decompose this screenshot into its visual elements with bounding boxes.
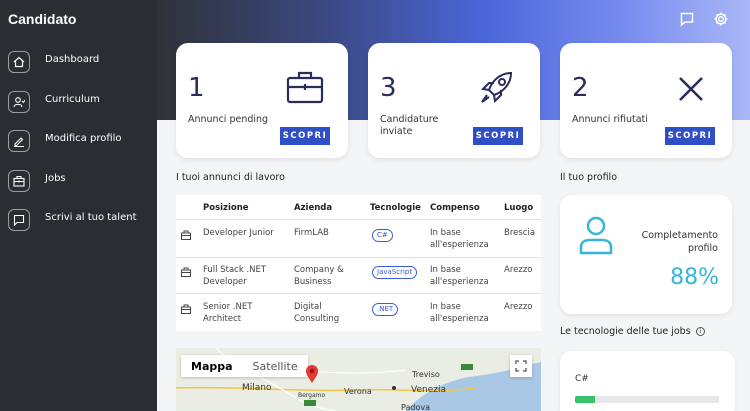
close-icon [672,70,710,108]
column-header: Luogo [504,203,534,213]
profile-card: Completamento profilo 88% [560,195,732,314]
cell-compenso: In base all'esperienza [430,265,489,287]
stat-label: Annunci rifiutati [572,114,648,125]
sidebar-item-label: Dashboard [45,54,100,65]
tech-badge: C# [372,229,393,242]
map[interactable]: Mappa Satellite Bergamo Milano Verona Ve… [176,348,541,411]
sidebar-item-scrivi-talent[interactable]: Scrivi al tuo talent [0,200,157,234]
briefcase-icon [8,170,30,192]
stat-card-candidature: 3 Candidature inviate SCOPRI [368,43,540,158]
map-place-label: Verona [344,387,372,396]
sidebar-item-modifica-profilo[interactable]: Modifica profilo [0,121,157,155]
edit-icon [8,130,30,152]
divider [176,293,541,294]
cell-luogo: Arezzo [504,265,533,275]
sidebar-item-label: Scrivi al tuo talent [45,212,137,223]
briefcase-icon [181,301,191,314]
scopri-button[interactable]: SCOPRI [280,127,330,145]
profile-section-title: Il tuo profilo [560,172,618,183]
cell-luogo: Brescia [504,228,536,238]
briefcase-icon [286,68,324,106]
map-pin-icon[interactable] [305,364,319,384]
cell-posizione: Senior .NET Architect [203,302,253,324]
cell-azienda: Digital Consulting [294,302,340,324]
map-place-label: Treviso [412,370,440,379]
tech-progress-fill [575,396,596,403]
cell-azienda: Company & Business [294,265,344,287]
user-icon [578,215,614,255]
tech-name: C# [575,374,589,384]
scopri-button[interactable]: SCOPRI [473,127,523,145]
cell-compenso: In base all'esperienza [430,228,489,250]
cell-luogo: Arezzo [504,302,533,312]
tech-section-title: Le tecnologie delle tue jobs i [560,326,705,337]
cell-azienda: FirmLAB [294,228,329,238]
tech-badge: .NET [372,303,399,316]
map-place-label: Milano [242,383,272,393]
sidebar-item-dashboard[interactable]: Dashboard [0,42,157,76]
tech-badge: JavaScript [372,266,418,279]
cell-posizione: Full Stack .NET Developer [203,265,267,287]
map-place-label: Padova [401,403,430,411]
stat-label: Candidature inviate [380,114,439,137]
tech-card: C# [560,351,735,411]
tech-section-label: Le tecnologie delle tue jobs [560,326,691,337]
completion-label: Completamento profilo [641,230,718,254]
sidebar-item-jobs[interactable]: Jobs [0,161,157,195]
chat-icon [8,209,30,231]
map-place-label: Bergamo [298,392,326,399]
sidebar-item-label: Jobs [45,173,66,184]
tech-progress-track [575,396,719,403]
stat-card-rifiutati: 2 Annunci rifiutati SCOPRI [560,43,732,158]
stat-number: 2 [572,73,589,103]
sidebar-item-curriculum[interactable]: Curriculum [0,82,157,116]
divider [176,219,541,220]
map-type-control: Mappa Satellite [181,355,308,377]
stat-label: Annunci pending [188,114,269,125]
column-header: Posizione [203,203,249,213]
jobs-table: Posizione Azienda Tecnologie Compenso Lu… [176,195,541,331]
jobs-section-title: I tuoi annunci di lavoro [176,172,285,183]
stat-card-pending: 1 Annunci pending SCOPRI [176,43,348,158]
sidebar-title: Candidato [8,11,77,27]
rocket-icon [478,68,516,106]
briefcase-icon [181,264,191,277]
scopri-button[interactable]: SCOPRI [665,127,715,145]
column-header: Azienda [294,203,333,213]
home-icon [8,51,30,73]
map-place-label: Venezia [411,385,446,395]
column-header: Compenso [430,203,480,213]
sidebar-item-label: Modifica profilo [45,133,122,144]
cell-posizione: Developer Junior [203,228,274,238]
stat-number: 3 [380,73,397,103]
sidebar: Candidato Dashboard Curriculum Modifica … [0,0,157,411]
user-icon [8,91,30,113]
sidebar-item-label: Curriculum [45,94,100,105]
message-icon[interactable] [679,11,695,27]
fullscreen-icon[interactable] [510,355,532,377]
tab-satellite[interactable]: Satellite [243,355,308,377]
tab-mappa[interactable]: Mappa [181,355,243,377]
briefcase-icon [181,227,191,240]
column-header: Tecnologie [370,203,421,213]
divider [176,257,541,258]
settings-icon[interactable] [713,11,729,27]
info-icon[interactable]: i [695,327,705,336]
cell-compenso: In base all'esperienza [430,302,489,324]
completion-value: 88% [670,265,719,290]
stat-number: 1 [188,73,205,103]
